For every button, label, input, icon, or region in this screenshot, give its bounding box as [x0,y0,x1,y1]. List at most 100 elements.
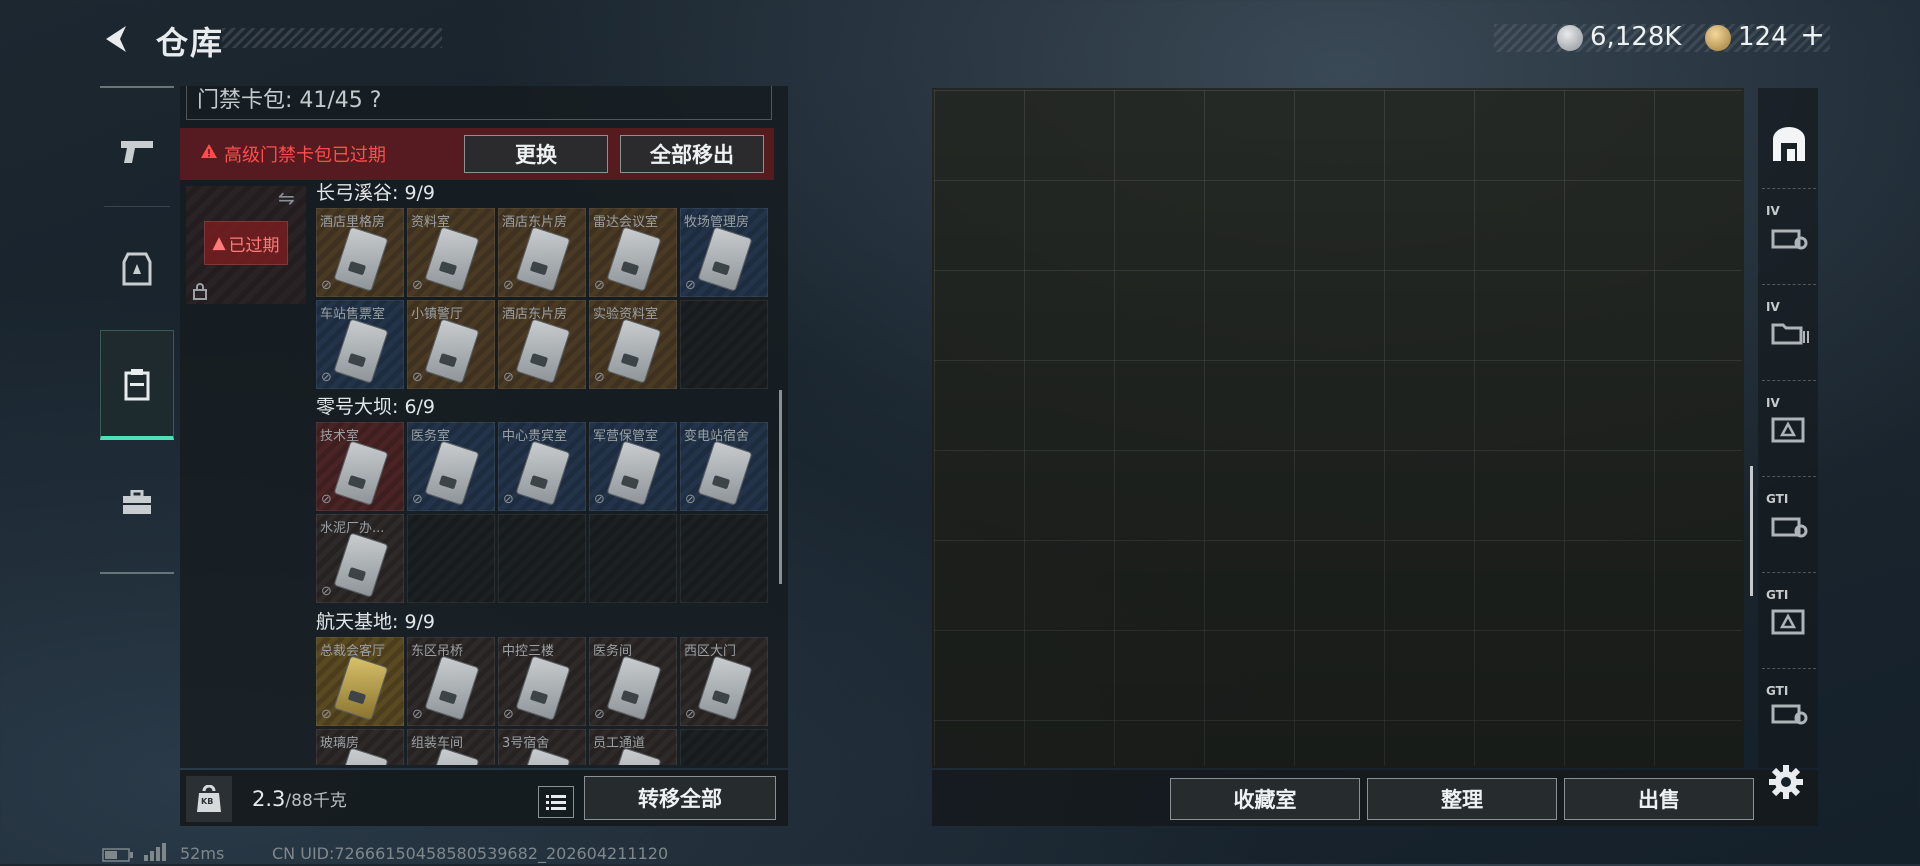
empty-slot [589,514,677,603]
expired-badge: ▲ 已过期 [204,221,288,265]
keycard-slot[interactable]: 中心贵宾室 ⊘ [498,422,586,511]
storage-tab[interactable]: GTI [1760,484,1818,564]
no-entry-icon: ⊘ [412,707,423,722]
keycard-slot[interactable]: 牧场管理房 ⊘ [680,208,768,297]
settings-gear-icon[interactable] [1766,762,1806,802]
keycard-name: 实验资料室 [593,307,659,322]
keycard-grid-viewport: 总裁会客厅⊘东区吊桥⊘中控三楼⊘医务间⊘西区大门⊘玻璃房⊘组装车间⊘3号宿舍⊘员… [316,637,772,765]
keycard-slot[interactable]: 水泥厂办... ⊘ [316,514,404,603]
keycard-slot[interactable]: 酒店里格房 ⊘ [316,208,404,297]
keycard-name: 医务室 [411,429,451,444]
group-label: 航天基地: 9/9 [316,611,436,633]
rail-divider [104,206,170,207]
warning-icon: ▲ [212,233,226,253]
storage-home-tab[interactable] [1760,104,1818,184]
sell-button[interactable]: 出售 [1564,778,1754,820]
keycard-slot[interactable]: 3号宿舍⊘ [498,729,586,765]
rail-divider [1762,668,1816,670]
storage-tab[interactable]: GTI [1760,580,1818,660]
storage-scrollbar[interactable] [1750,466,1753,596]
keycard-slot[interactable]: 酒店东片房 ⊘ [498,300,586,389]
folder-case-icon [1771,323,1809,345]
keycard-icon [515,440,571,506]
replace-button[interactable]: 更换 [464,135,608,173]
keycard-icon [515,655,571,721]
toolbox-icon [123,490,151,514]
tier-label: GTI [1766,684,1789,698]
keycard-name: 资料室 [411,215,451,230]
add-currency-button[interactable]: + [1800,18,1825,53]
tools-category-button[interactable] [100,448,174,558]
no-entry-icon: ⊘ [412,278,423,293]
keycard-name: 酒店东片房 [502,215,568,230]
weapon-category-button[interactable] [100,96,174,206]
keycard-slot[interactable]: 总裁会客厅 ⊘ [316,637,404,726]
keycard-slot[interactable]: 员工通道⊘ [589,729,677,765]
gold-coin-icon [1705,25,1731,51]
storage-tab[interactable]: IV [1760,292,1818,372]
keycard-name: 牧场管理房 [684,215,750,230]
keycard-slot[interactable]: 玻璃房⊘ [316,729,404,765]
storage-tab[interactable]: IV [1760,388,1818,468]
keycard-name: 酒店东片房 [502,307,568,322]
swap-icon[interactable]: ⇋ [278,186,295,210]
no-entry-icon: ⊘ [503,370,514,385]
tier-label: IV [1766,204,1780,218]
keycard-name: 酒店里格房 [320,215,386,230]
keycard-slot[interactable]: 技术室 ⊘ [316,422,404,511]
keycard-icon [333,532,389,598]
transfer-all-button[interactable]: 转移全部 [584,776,776,820]
keycard-slot[interactable]: 小镇警厅 ⊘ [407,300,495,389]
keycard-icon [606,226,662,292]
keycard-grid: 总裁会客厅⊘东区吊桥⊘中控三楼⊘医务间⊘西区大门⊘玻璃房⊘组装车间⊘3号宿舍⊘员… [316,637,768,765]
armor-icon [122,252,152,286]
keycard-icon [424,440,480,506]
expired-warning-text: 高级门禁卡包已过期 [224,145,386,166]
keycard-slot[interactable]: 医务室 ⊘ [407,422,495,511]
page-title: 仓库 [156,24,225,62]
keycard-slot[interactable]: 西区大门 ⊘ [680,637,768,726]
sort-button[interactable]: 整理 [1367,778,1557,820]
expired-label: 已过期 [228,235,280,256]
group-label: 长弓溪谷: 9/9 [316,182,436,204]
rail-divider [1762,284,1816,286]
panel-scrollbar[interactable] [779,390,782,584]
no-entry-icon: ⊘ [321,584,332,599]
keycard-case-icon [124,368,150,400]
keycard-slot[interactable]: 车站售票室 ⊘ [316,300,404,389]
keycard-slot[interactable]: 医务间 ⊘ [589,637,677,726]
empty-slot [680,300,768,389]
storage-tab[interactable]: GTI [1760,676,1818,746]
keycard-slot[interactable]: 雷达会议室 ⊘ [589,208,677,297]
keycard-slot[interactable]: 酒店东片房 ⊘ [498,208,586,297]
keycard-name: 员工通道 [593,736,646,751]
keycard-slot[interactable]: 组装车间⊘ [407,729,495,765]
no-entry-icon: ⊘ [685,278,696,293]
list-icon [546,795,566,810]
remove-all-button[interactable]: 全部移出 [620,135,764,173]
no-entry-icon: ⊘ [412,492,423,507]
keycard-icon [333,655,389,721]
keycard-name: 中心贵宾室 [502,429,568,444]
storage-tab[interactable]: IV [1760,196,1818,276]
rail-divider [1762,188,1816,190]
list-view-button[interactable] [538,786,574,818]
keycard-slot[interactable]: 中控三楼 ⊘ [498,637,586,726]
tier-label: IV [1766,396,1780,410]
keycard-category-button[interactable] [100,330,174,440]
equipment-category-button[interactable] [100,214,174,324]
gold-amount: 124 [1738,22,1788,52]
keycard-name: 西区大门 [684,644,737,659]
keycard-slot[interactable]: 资料室 ⊘ [407,208,495,297]
keycard-slot[interactable]: 实验资料室 ⊘ [589,300,677,389]
keycard-slot[interactable]: 东区吊桥 ⊘ [407,637,495,726]
collection-room-button[interactable]: 收藏室 [1170,778,1360,820]
battery-icon [102,847,134,866]
keycard-slot[interactable]: 变电站宿舍 ⊘ [680,422,768,511]
keycard-slot[interactable]: 军营保管室 ⊘ [589,422,677,511]
keycard-icon [606,440,662,506]
rail-divider [1762,572,1816,574]
keycard-name: 总裁会客厅 [320,644,386,659]
armor-case-icon [1771,417,1805,443]
back-icon[interactable] [100,22,134,56]
